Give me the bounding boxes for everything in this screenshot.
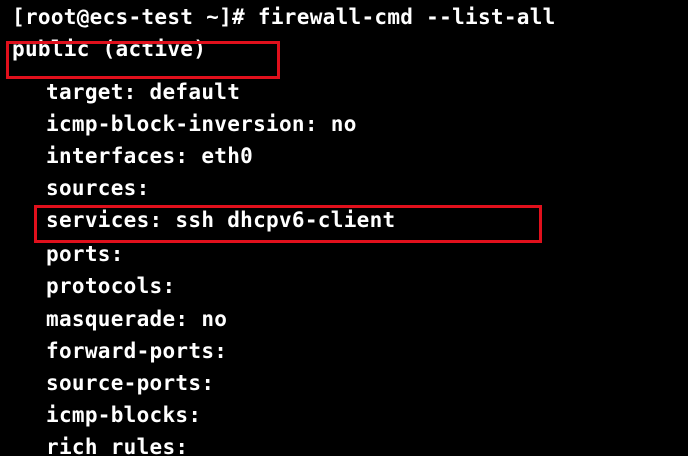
- output-line-ports: ports:: [46, 242, 124, 266]
- zone-highlight-box: [6, 41, 280, 79]
- output-line-sources: sources:: [46, 176, 150, 200]
- output-line-source-ports: source-ports:: [46, 371, 215, 395]
- output-line-interfaces: interfaces: eth0: [46, 144, 254, 168]
- services-highlight-box: [34, 205, 542, 243]
- output-line-rich-rules: rich rules:: [46, 435, 189, 456]
- output-line-icmp-block-inversion: icmp-block-inversion: no: [46, 112, 357, 136]
- output-line-protocols: protocols:: [46, 274, 176, 298]
- output-line-icmp-blocks: icmp-blocks:: [46, 403, 202, 427]
- terminal-window[interactable]: [root@ecs-test ~]# firewall-cmd --list-a…: [0, 0, 688, 456]
- output-line-target: target: default: [46, 80, 241, 104]
- output-line-masquerade: masquerade: no: [46, 307, 228, 331]
- command-prompt-line: [root@ecs-test ~]# firewall-cmd --list-a…: [12, 5, 556, 29]
- output-line-forward-ports: forward-ports:: [46, 339, 228, 363]
